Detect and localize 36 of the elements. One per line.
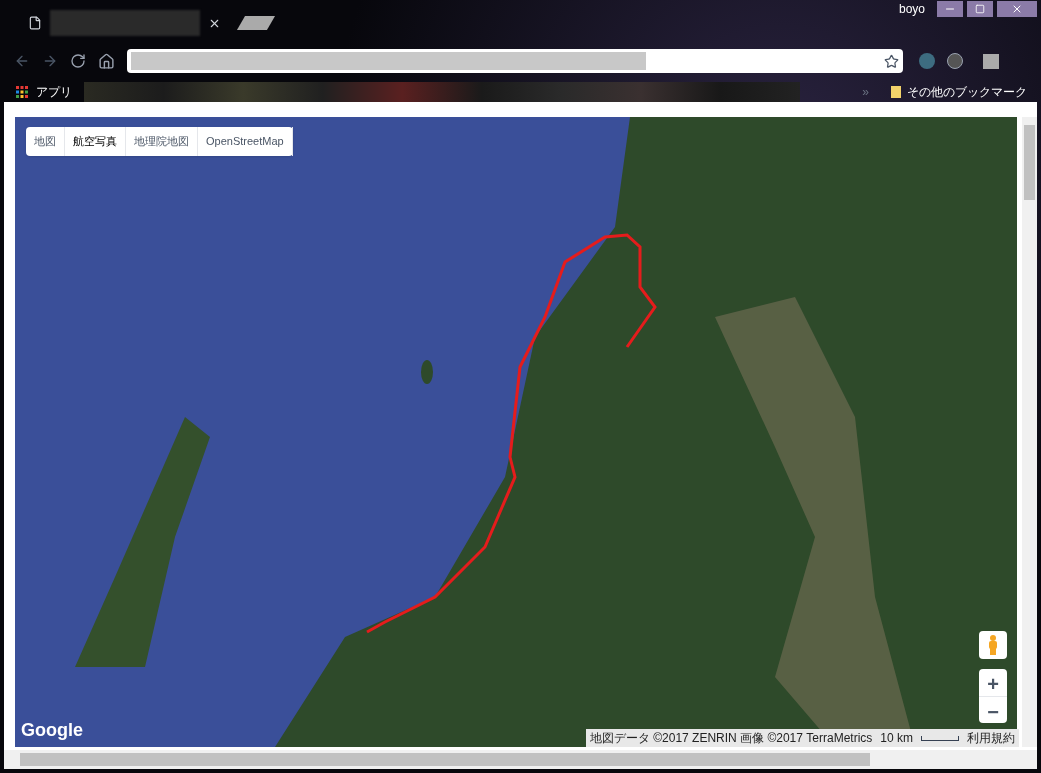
scale-label[interactable]: 10 km <box>880 729 913 747</box>
google-logo: Google <box>21 719 83 742</box>
back-icon[interactable] <box>14 53 30 69</box>
vertical-scrollbar[interactable] <box>1022 117 1037 747</box>
folder-icon <box>891 86 901 98</box>
page-icon <box>28 16 42 30</box>
bookmark-star-icon[interactable] <box>884 53 899 69</box>
close-button[interactable] <box>997 1 1037 17</box>
map-type-tab[interactable]: 航空写真 <box>65 127 126 156</box>
terms-link[interactable]: 利用規約 <box>967 729 1015 747</box>
maximize-icon <box>975 4 985 14</box>
reload-icon[interactable] <box>70 53 86 69</box>
scrollbar-thumb[interactable] <box>20 753 870 766</box>
satellite-map-drawing[interactable] <box>15 117 1017 747</box>
scale-bar <box>921 735 959 741</box>
pegman-icon <box>988 635 998 655</box>
maximize-button[interactable] <box>967 1 993 17</box>
map-type-tab[interactable]: 地図 <box>26 127 65 156</box>
apps-grid-icon[interactable] <box>16 86 28 98</box>
scrollbar-thumb[interactable] <box>1024 125 1035 200</box>
attribution-text: 地図データ ©2017 ZENRIN 画像 ©2017 TerraMetrics <box>589 730 873 747</box>
forward-icon[interactable] <box>42 53 58 69</box>
apps-link[interactable]: アプリ <box>36 83 72 101</box>
street-view-button[interactable] <box>979 631 1007 659</box>
zoom-in-button[interactable]: + <box>979 669 1007 696</box>
extension-icon[interactable] <box>983 53 999 69</box>
close-icon <box>1011 3 1023 15</box>
other-bookmarks-link[interactable]: その他のブックマーク <box>907 83 1027 101</box>
zoom-out-button[interactable]: − <box>979 696 1007 723</box>
horizontal-scrollbar[interactable] <box>4 750 1037 769</box>
minimize-button[interactable] <box>937 1 963 17</box>
close-icon[interactable] <box>208 17 221 30</box>
home-icon[interactable] <box>98 52 115 70</box>
profile-name[interactable]: boyo <box>898 0 925 18</box>
map-type-tab[interactable]: 地理院地図 <box>126 127 198 156</box>
map-type-tab[interactable]: OpenStreetMap <box>198 127 293 156</box>
